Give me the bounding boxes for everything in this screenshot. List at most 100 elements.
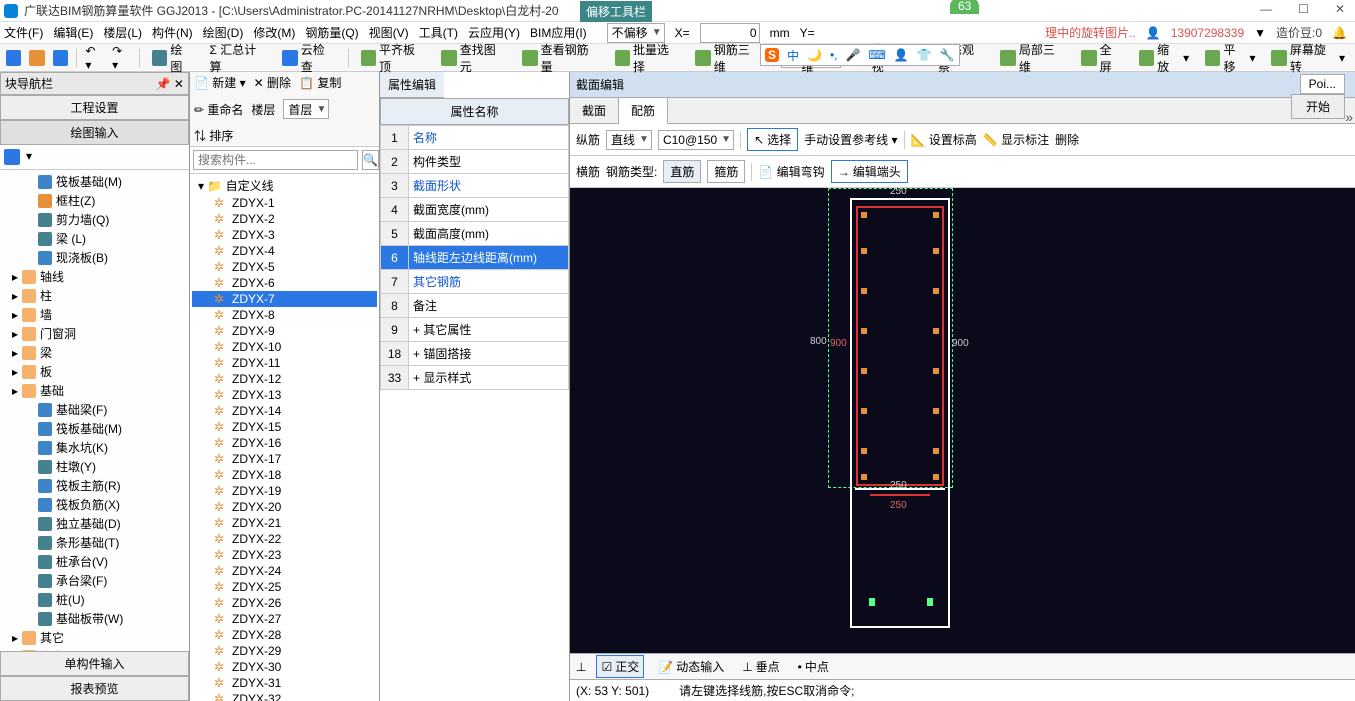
show-dim-button[interactable]: 📏 显示标注 [983, 131, 1049, 148]
nav-item[interactable]: 基础板带(W) [2, 609, 187, 628]
nav-item[interactable]: 筏板负筋(X) [2, 495, 187, 514]
nav-tree[interactable]: 筏板基础(M)框柱(Z)剪力墙(Q)梁 (L)现浇板(B)▸ 轴线▸ 柱▸ 墙▸… [0, 170, 189, 651]
set-elev-button[interactable]: 📐 设置标高 [911, 131, 977, 148]
straight-button[interactable]: 直筋 [663, 160, 701, 183]
nav-item[interactable]: ▸ 轴线 [2, 267, 187, 286]
nav-tab-report[interactable]: 报表预览 [0, 676, 189, 701]
nav-item[interactable]: 筏板主筋(R) [2, 476, 187, 495]
local-3d-button[interactable]: 局部三维 [996, 39, 1069, 77]
close-icon[interactable]: ✕ [1329, 2, 1351, 16]
draw-button[interactable]: 绘图 [148, 39, 198, 77]
stirrup-button[interactable]: 箍筋 [707, 160, 745, 183]
new-icon[interactable] [6, 50, 21, 66]
ime-moon-icon[interactable]: 🌙 [807, 48, 822, 62]
member-item[interactable]: ✲ ZDYX-1 [192, 195, 377, 211]
nav-item[interactable]: 集水坑(K) [2, 438, 187, 457]
nav-item[interactable]: 梁 (L) [2, 229, 187, 248]
nav-item[interactable]: ▸ 基础 [2, 381, 187, 400]
prop-row[interactable]: 7其它钢筋 [381, 270, 569, 294]
tab-rebar[interactable]: 配筋 [619, 98, 668, 124]
user-icon[interactable]: 👤 [1146, 26, 1161, 40]
dyn-input-toggle[interactable]: 📝 动态输入 [654, 656, 728, 677]
ime-s-icon[interactable]: S [765, 48, 779, 62]
rotate-screen-button[interactable]: 屏幕旋转 ▾ [1267, 39, 1349, 77]
prop-row[interactable]: 3截面形状 [381, 174, 569, 198]
prop-row[interactable]: 5截面高度(mm) [381, 222, 569, 246]
open-icon[interactable] [29, 50, 44, 66]
member-item[interactable]: ✲ ZDYX-3 [192, 227, 377, 243]
member-item[interactable]: ✲ ZDYX-6 [192, 275, 377, 291]
member-item[interactable]: ✲ ZDYX-25 [192, 579, 377, 595]
menu-floor[interactable]: 楼层(L) [103, 24, 142, 41]
batch-select-button[interactable]: 批量选择 [611, 39, 684, 77]
start-button[interactable]: 开始 [1291, 94, 1345, 119]
member-item[interactable]: ✲ ZDYX-2 [192, 211, 377, 227]
sum-button[interactable]: Σ 汇总计算 [206, 39, 271, 77]
prop-row[interactable]: 4截面宽度(mm) [381, 198, 569, 222]
nav-item[interactable]: ▸ 墙 [2, 305, 187, 324]
member-item[interactable]: ✲ ZDYX-15 [192, 419, 377, 435]
member-item[interactable]: ✲ ZDYX-32 [192, 691, 377, 701]
member-item[interactable]: ✲ ZDYX-11 [192, 355, 377, 371]
copy-button[interactable]: 📋 复制 [299, 74, 341, 91]
nav-item[interactable]: 独立基础(D) [2, 514, 187, 533]
ime-mic-icon[interactable]: 🎤 [846, 48, 861, 62]
member-item[interactable]: ✲ ZDYX-5 [192, 259, 377, 275]
member-item[interactable]: ✲ ZDYX-24 [192, 563, 377, 579]
member-item[interactable]: ✲ ZDYX-31 [192, 675, 377, 691]
undo-icon[interactable]: ↶ ▾ [85, 44, 104, 72]
phone-label[interactable]: 13907298339 [1171, 26, 1244, 40]
fullscreen-button[interactable]: 全屏 [1077, 39, 1127, 77]
member-item[interactable]: ✲ ZDYX-8 [192, 307, 377, 323]
nav-item[interactable]: 桩承台(V) [2, 552, 187, 571]
spec-dropdown[interactable]: C10@150▼ [658, 130, 734, 150]
nav-item[interactable]: ▸ 其它 [2, 628, 187, 647]
edit-end-button[interactable]: → 编辑端头 [831, 160, 908, 183]
snap-mid-toggle[interactable]: • 中点 [794, 656, 833, 677]
ortho-toggle[interactable]: ☑ 正交 [596, 655, 644, 678]
overflow-icon[interactable]: » [1345, 109, 1353, 125]
member-item[interactable]: ✲ ZDYX-14 [192, 403, 377, 419]
snap-perp-toggle[interactable]: ⊥ 垂点 [738, 656, 783, 677]
redo-icon[interactable]: ↷ ▾ [112, 44, 131, 72]
member-tree[interactable]: ▾ 📁 自定义线✲ ZDYX-1✲ ZDYX-2✲ ZDYX-3✲ ZDYX-4… [190, 174, 379, 701]
shape-dropdown[interactable]: 直线▼ [606, 130, 652, 150]
minimize-icon[interactable]: — [1254, 2, 1278, 16]
expand-icon[interactable]: ▾ [26, 149, 32, 165]
notification-badge[interactable]: 63 [950, 0, 979, 14]
nav-tab-draw[interactable]: 绘图输入 [0, 120, 189, 145]
member-item[interactable]: ✲ ZDYX-18 [192, 467, 377, 483]
pan-button[interactable]: 平移 ▾ [1201, 39, 1259, 77]
manual-ref-button[interactable]: 手动设置参考线 ▾ [804, 131, 897, 148]
nav-item[interactable]: ▸ 门窗洞 [2, 324, 187, 343]
nav-tab-single[interactable]: 单构件输入 [0, 651, 189, 676]
search-button[interactable]: 🔍 [362, 150, 379, 170]
menu-edit[interactable]: 编辑(E) [53, 24, 93, 41]
member-item[interactable]: ✲ ZDYX-30 [192, 659, 377, 675]
member-item[interactable]: ✲ ZDYX-21 [192, 515, 377, 531]
sort-button[interactable]: ⇅ 排序 [194, 127, 233, 144]
member-item[interactable]: ✲ ZDYX-7 [192, 291, 377, 307]
ortho-icon[interactable]: ⊥ [576, 660, 586, 674]
nav-item[interactable]: ▸ 柱 [2, 286, 187, 305]
prop-row[interactable]: 2构件类型 [381, 150, 569, 174]
prop-row[interactable]: 9+ 其它属性 [381, 318, 569, 342]
prop-row[interactable]: 18+ 锚固搭接 [381, 342, 569, 366]
prop-row[interactable]: 8备注 [381, 294, 569, 318]
section-canvas[interactable]: 250 900 900 800 250 250 [570, 188, 1355, 653]
select-button[interactable]: ↖ 选择 [747, 128, 798, 151]
rebar-3d-button[interactable]: 钢筋三维 [691, 39, 764, 77]
member-item[interactable]: ✲ ZDYX-17 [192, 451, 377, 467]
bell-icon[interactable]: 🔔 [1332, 26, 1347, 40]
member-item[interactable]: ✲ ZDYX-10 [192, 339, 377, 355]
member-item[interactable]: ✲ ZDYX-9 [192, 323, 377, 339]
nav-tab-project[interactable]: 工程设置 [0, 95, 189, 120]
member-item[interactable]: ✲ ZDYX-13 [192, 387, 377, 403]
member-item[interactable]: ✲ ZDYX-12 [192, 371, 377, 387]
search-input[interactable] [193, 150, 358, 170]
prop-row[interactable]: 1名称 [381, 126, 569, 150]
ime-kbd-icon[interactable]: ⌨ [868, 48, 885, 62]
view-rebar-button[interactable]: 查看钢筋量 [518, 39, 602, 77]
ime-wrench-icon[interactable]: 🔧 [940, 48, 955, 62]
maximize-icon[interactable]: ☐ [1292, 2, 1315, 16]
